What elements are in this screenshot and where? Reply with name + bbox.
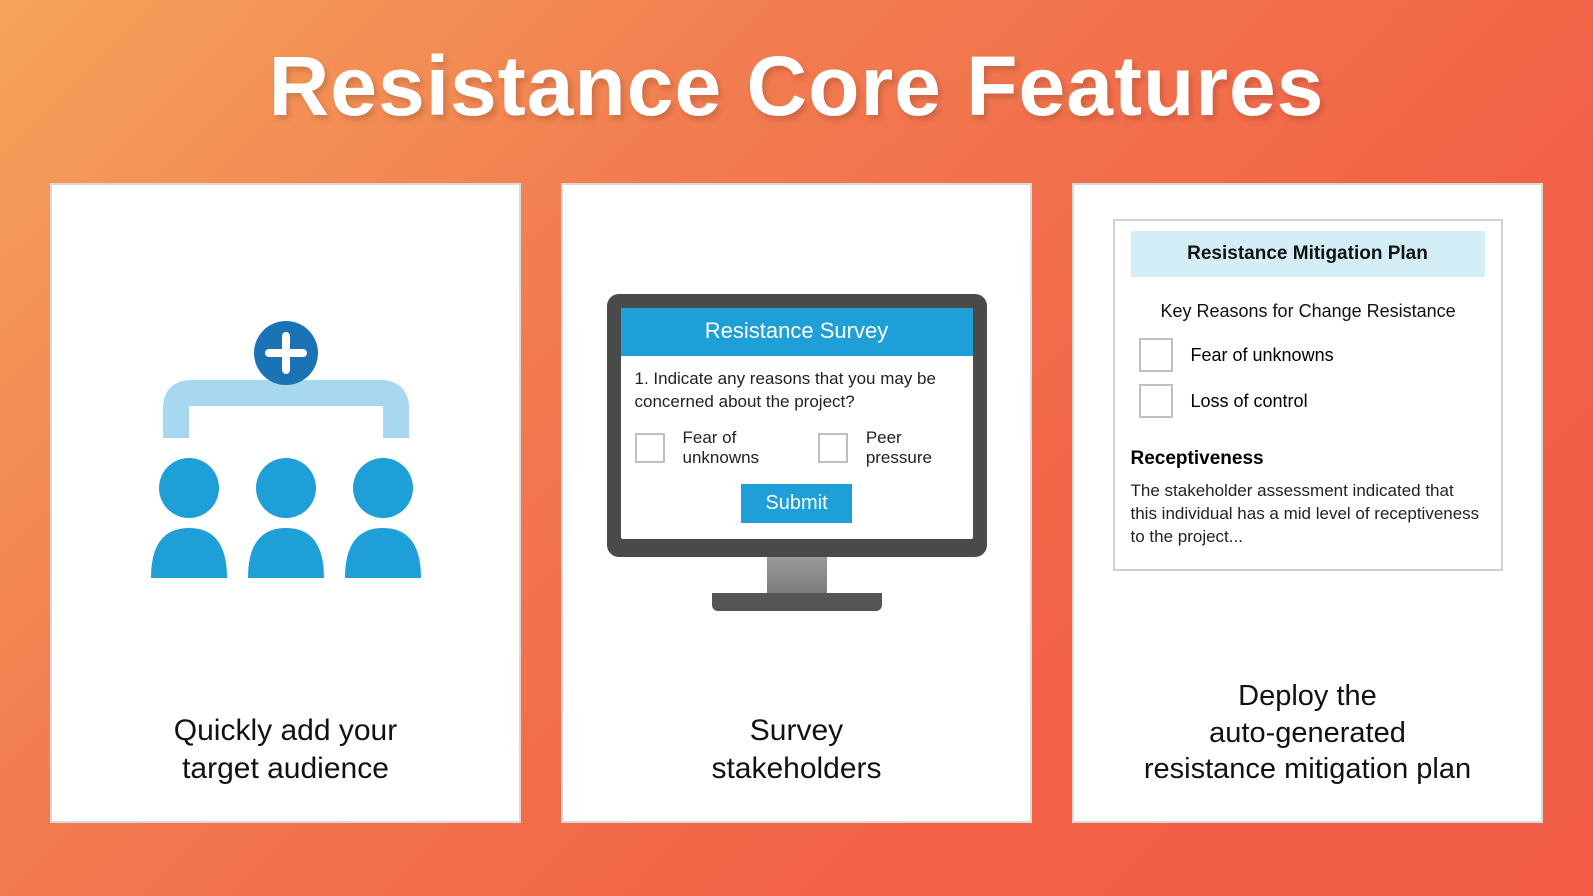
checkbox[interactable]	[1139, 384, 1173, 418]
caption-line: resistance mitigation plan	[1144, 753, 1471, 785]
monitor-screen: Resistance Survey 1. Indicate any reason…	[621, 308, 973, 539]
submit-button[interactable]: Submit	[741, 484, 851, 523]
card-caption: Survey stakeholders	[711, 712, 881, 787]
caption-line: Survey	[750, 714, 843, 747]
card-caption: Quickly add your target audience	[174, 712, 397, 787]
reason-item: Fear of unknowns	[1139, 338, 1485, 372]
plan-document: Resistance Mitigation Plan Key Reasons f…	[1113, 219, 1503, 571]
plan-illustration: Resistance Mitigation Plan Key Reasons f…	[1098, 213, 1517, 668]
option-label: Fear of unknowns	[683, 428, 800, 468]
doc-section-body: The stakeholder assessment indicated tha…	[1131, 480, 1485, 549]
survey-options: Fear of unknowns Peer pressure	[635, 428, 959, 468]
caption-line: Quickly add your	[174, 714, 397, 747]
reason-label: Fear of unknowns	[1191, 345, 1334, 366]
card-survey-stakeholders: Resistance Survey 1. Indicate any reason…	[561, 183, 1032, 823]
monitor-neck	[767, 557, 827, 593]
card-caption: Deploy the auto-generated resistance mit…	[1144, 678, 1471, 787]
caption-line: stakeholders	[711, 752, 881, 785]
card-add-audience: Quickly add your target audience	[50, 183, 521, 823]
page-title: Resistance Core Features	[269, 38, 1325, 135]
checkbox[interactable]	[1139, 338, 1173, 372]
caption-line: target audience	[182, 752, 389, 785]
audience-illustration	[76, 213, 495, 702]
monitor-base	[712, 593, 882, 611]
survey-body: 1. Indicate any reasons that you may be …	[621, 356, 973, 539]
reason-label: Loss of control	[1191, 391, 1308, 412]
survey-illustration: Resistance Survey 1. Indicate any reason…	[587, 213, 1006, 702]
caption-line: auto-generated	[1209, 717, 1406, 749]
option-label: Peer pressure	[866, 428, 959, 468]
monitor-bezel: Resistance Survey 1. Indicate any reason…	[607, 294, 987, 557]
caption-line: Deploy the	[1238, 680, 1377, 712]
doc-title: Resistance Mitigation Plan	[1131, 231, 1485, 277]
card-mitigation-plan: Resistance Mitigation Plan Key Reasons f…	[1072, 183, 1543, 823]
checkbox[interactable]	[635, 433, 665, 463]
survey-title: Resistance Survey	[621, 308, 973, 356]
survey-question: 1. Indicate any reasons that you may be …	[635, 368, 959, 414]
monitor-icon: Resistance Survey 1. Indicate any reason…	[607, 294, 987, 611]
checkbox[interactable]	[818, 433, 848, 463]
doc-section-heading: Receptiveness	[1131, 448, 1485, 470]
slide: Resistance Core Features	[0, 0, 1593, 896]
doc-subheading: Key Reasons for Change Resistance	[1161, 301, 1485, 322]
org-chart-icon	[131, 318, 441, 598]
reason-item: Loss of control	[1139, 384, 1485, 418]
cards-row: Quickly add your target audience Resista…	[0, 183, 1593, 823]
